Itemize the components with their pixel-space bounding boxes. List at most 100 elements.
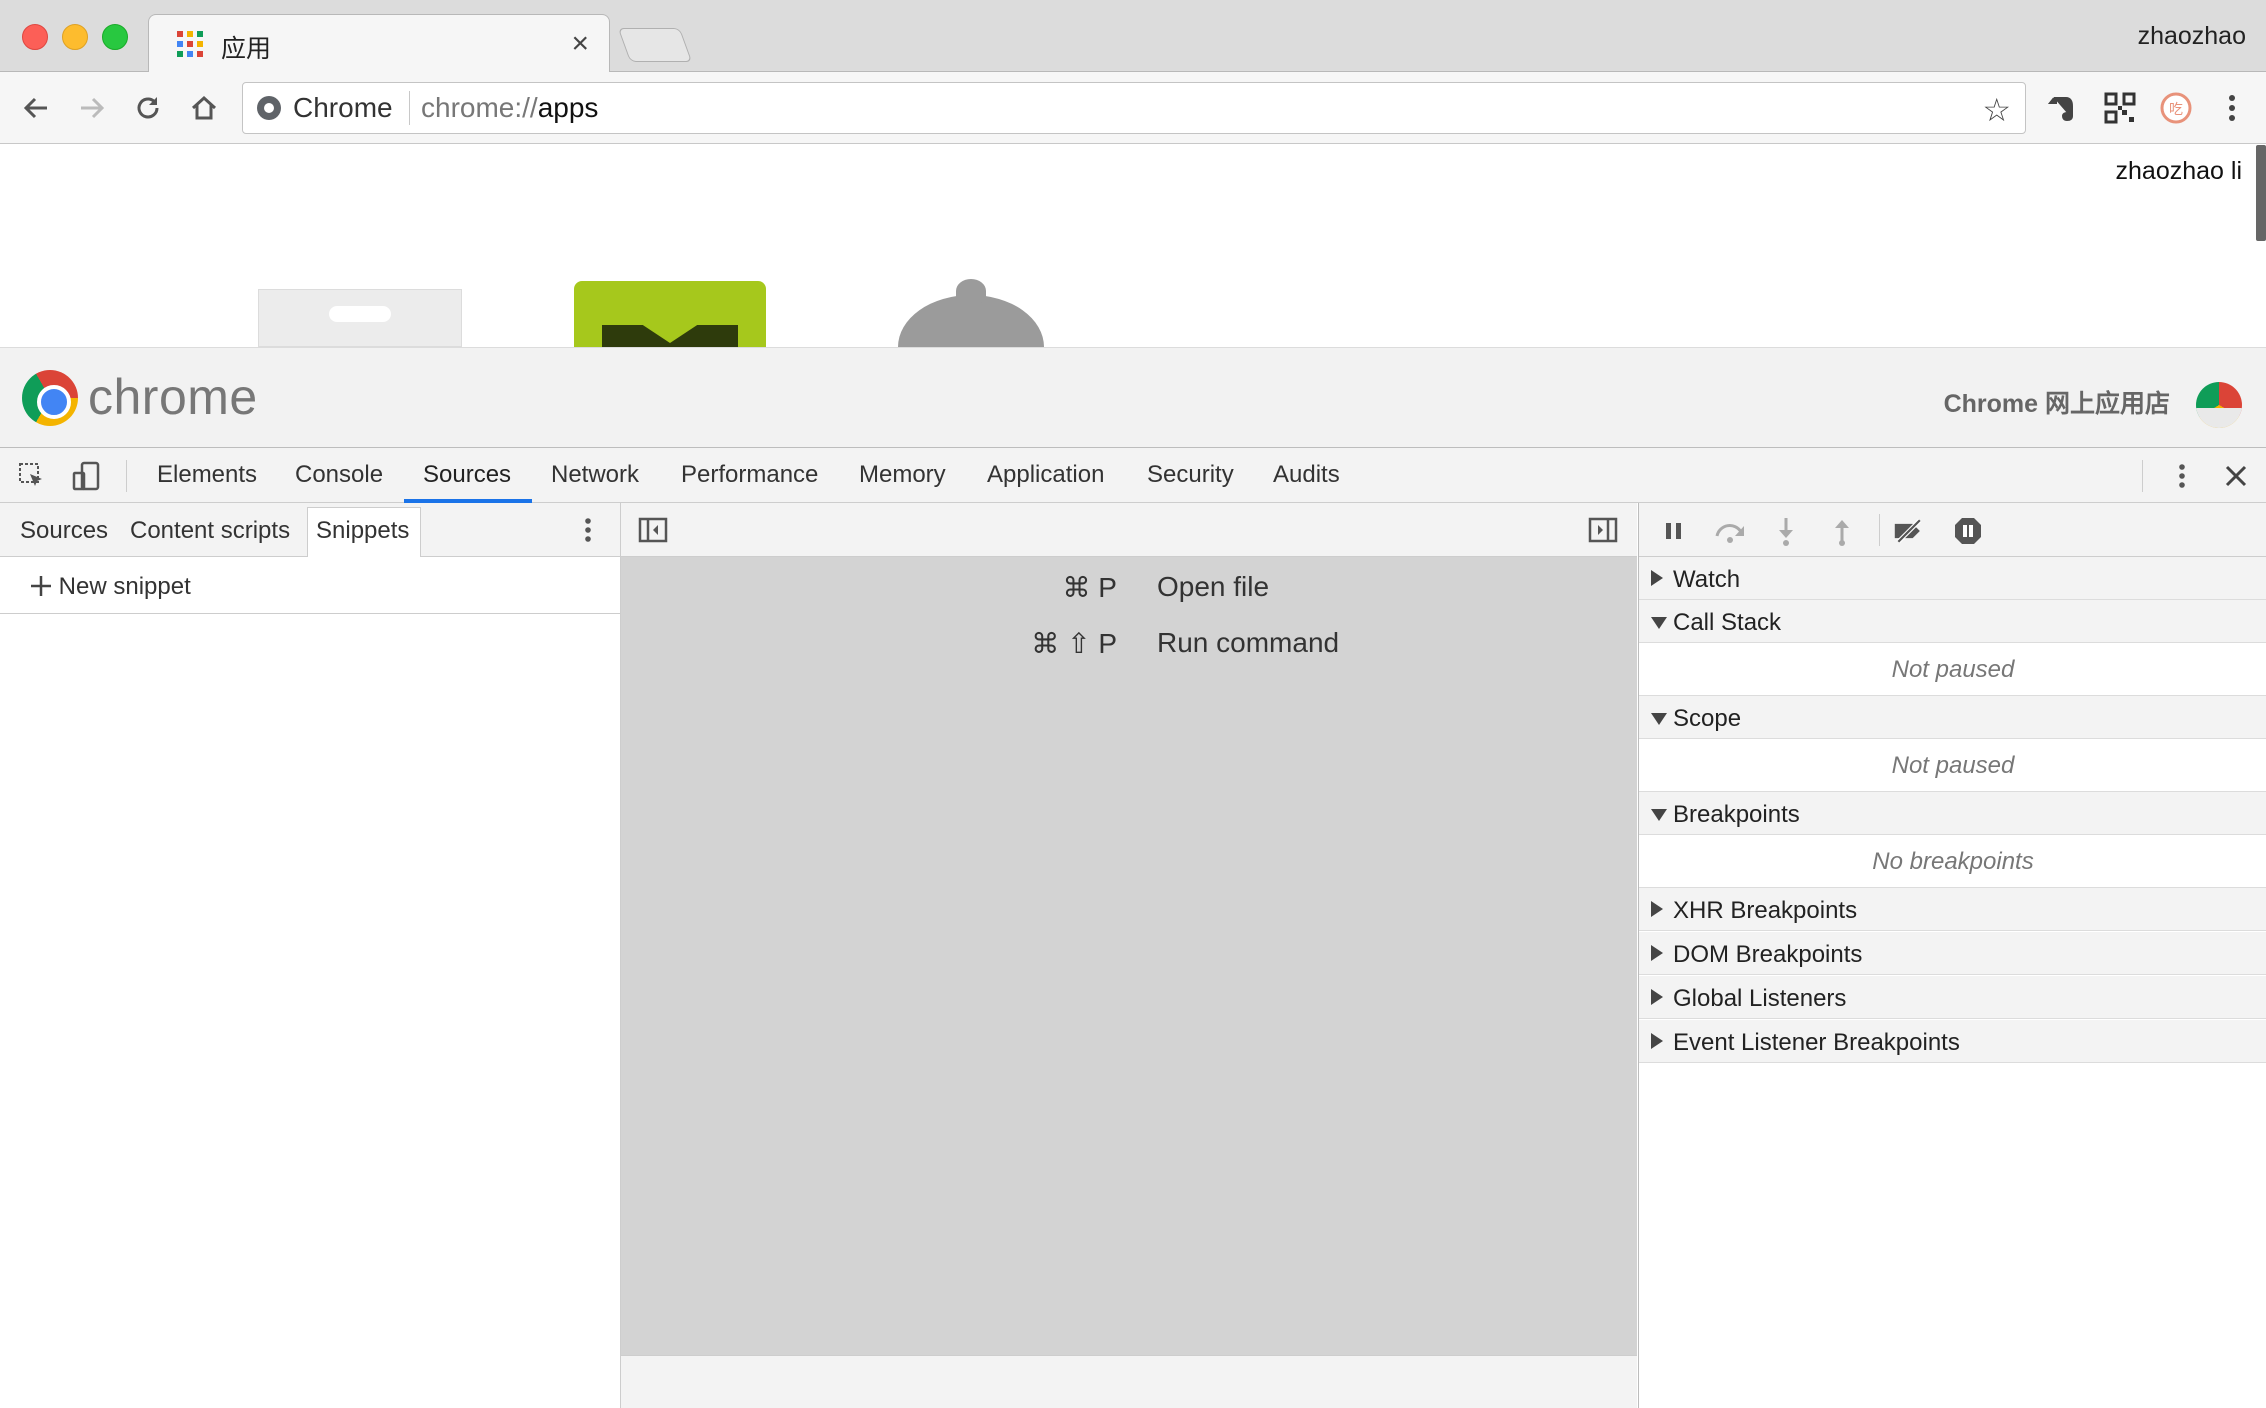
tab-sources[interactable]: Sources: [423, 461, 511, 489]
page-user-name[interactable]: zhaozhao li: [2116, 157, 2242, 186]
translate-extension-icon[interactable]: 吃: [2156, 88, 2196, 128]
debugger-sidebar: Watch Call Stack Not paused Scope Not pa…: [1638, 503, 2266, 1408]
web-store-link[interactable]: Chrome 网上应用店: [1944, 384, 2170, 420]
editor-statusbar: [621, 1355, 1637, 1408]
navigator-tabbar: Sources Content scripts Snippets: [0, 503, 620, 557]
omnibox-url[interactable]: chrome://apps: [421, 92, 598, 124]
reload-button[interactable]: [126, 86, 170, 130]
step-over-button[interactable]: [1713, 514, 1747, 548]
browser-menu-icon[interactable]: [2212, 88, 2252, 128]
expand-triangle-icon: [1651, 570, 1663, 586]
tab-console[interactable]: Console: [295, 461, 383, 489]
home-button[interactable]: [182, 86, 226, 130]
pane-title: DOM Breakpoints: [1673, 941, 1863, 968]
qr-code-extension-icon[interactable]: [2100, 88, 2140, 128]
app-tile[interactable]: [574, 281, 766, 347]
url-scheme: chrome://: [421, 92, 538, 123]
shortcut-action: Open file: [1157, 571, 1270, 602]
step-out-button[interactable]: [1825, 514, 1859, 548]
address-bar[interactable]: Chrome chrome://apps ☆: [242, 82, 2026, 134]
pane-global-listeners[interactable]: Global Listeners: [1639, 976, 2266, 1019]
inspect-element-icon[interactable]: [16, 460, 48, 492]
new-snippet-button[interactable]: New snippet: [30, 573, 191, 601]
pane-breakpoints[interactable]: Breakpoints: [1639, 792, 2266, 835]
tab-elements[interactable]: Elements: [157, 461, 257, 489]
toggle-debugger-icon[interactable]: [1587, 514, 1619, 546]
step-over-icon: [1715, 524, 1744, 543]
web-store-icon[interactable]: [2196, 382, 2242, 428]
pane-call-stack[interactable]: Call Stack: [1639, 600, 2266, 643]
pane-scope[interactable]: Scope: [1639, 696, 2266, 739]
tab-network[interactable]: Network: [551, 461, 639, 489]
chrome-logo-icon: [22, 370, 78, 426]
editor-toolbar: [621, 503, 1637, 557]
app-tile[interactable]: [898, 277, 1044, 399]
pane-title: Scope: [1673, 705, 1742, 732]
web-store-banner: chrome Chrome 网上应用店: [0, 347, 2266, 447]
tab-performance[interactable]: Performance: [681, 461, 818, 489]
url-host: apps: [537, 92, 599, 123]
toolbar-divider: [1879, 514, 1880, 546]
tab-security[interactable]: Security: [1147, 461, 1234, 489]
tab-application[interactable]: Application: [987, 461, 1104, 489]
pane-title: Watch: [1673, 566, 1741, 593]
bookmark-star-icon[interactable]: ☆: [1982, 91, 2011, 129]
devtools-close-icon[interactable]: [2220, 460, 2252, 492]
pane-dom-breakpoints[interactable]: DOM Breakpoints: [1639, 932, 2266, 975]
collapse-triangle-icon: [1651, 617, 1667, 629]
back-button[interactable]: [14, 86, 58, 130]
subtab-content-scripts[interactable]: Content scripts: [130, 517, 290, 545]
subtab-sources[interactable]: Sources: [20, 517, 108, 545]
deactivate-breakpoints-icon: [1894, 518, 1922, 544]
devtools-panel: Elements Console Sources Network Perform…: [0, 447, 2266, 1408]
pane-title: Event Listener Breakpoints: [1673, 1029, 1960, 1056]
shortcut-action: Run command: [1157, 627, 1340, 658]
window-maximize-button[interactable]: [102, 24, 128, 50]
expand-triangle-icon: [1651, 1033, 1663, 1049]
pause-resume-button[interactable]: [1657, 514, 1691, 548]
app-tile[interactable]: [258, 289, 462, 347]
expand-triangle-icon: [1651, 945, 1663, 961]
tab-close-icon[interactable]: ×: [571, 27, 589, 61]
breakpoints-status: No breakpoints: [1639, 835, 2266, 888]
profile-name[interactable]: zhaozhao: [2138, 22, 2246, 51]
pause-icon: [1666, 523, 1681, 539]
pane-xhr-breakpoints[interactable]: XHR Breakpoints: [1639, 888, 2266, 931]
pane-title: Breakpoints: [1673, 801, 1800, 828]
browser-tab-apps[interactable]: 应用 ×: [148, 14, 610, 73]
step-into-button[interactable]: [1769, 514, 1803, 548]
window-minimize-button[interactable]: [62, 24, 88, 50]
tab-title: 应用: [221, 35, 272, 63]
window-close-button[interactable]: [22, 24, 48, 50]
omnibox-divider: [409, 91, 410, 125]
navigator-menu-icon[interactable]: [572, 514, 604, 546]
devtools-menu-icon[interactable]: [2166, 460, 2198, 492]
toolbar-divider: [126, 460, 127, 492]
omnibox-chip: Chrome: [293, 92, 393, 123]
plus-icon: [31, 576, 51, 596]
debugger-toolbar: [1639, 503, 2266, 557]
device-toolbar-icon[interactable]: [70, 460, 102, 492]
pane-watch[interactable]: Watch: [1639, 557, 2266, 600]
subtab-snippets[interactable]: Snippets: [316, 517, 409, 545]
deactivate-breakpoints-button[interactable]: [1893, 514, 1927, 548]
page-scrollbar[interactable]: [2256, 145, 2266, 241]
shortcut-keys: ⌘ P: [1062, 572, 1117, 603]
pane-event-listener-breakpoints[interactable]: Event Listener Breakpoints: [1639, 1020, 2266, 1063]
step-out-icon: [1835, 520, 1849, 546]
pause-on-exceptions-button[interactable]: [1951, 514, 1985, 548]
chrome-wordmark: chrome: [88, 369, 258, 425]
call-stack-status: Not paused: [1639, 643, 2266, 696]
pause-on-exceptions-icon: [1955, 518, 1981, 544]
step-into-icon: [1779, 518, 1793, 546]
new-tab-button[interactable]: [617, 28, 693, 62]
apps-grid-icon: [177, 31, 203, 57]
shortcut-open-file: ⌘ P Open file: [621, 571, 1637, 611]
tab-audits[interactable]: Audits: [1273, 461, 1340, 489]
forward-button[interactable]: [70, 86, 114, 130]
tab-memory[interactable]: Memory: [859, 461, 946, 489]
evernote-extension-icon[interactable]: [2042, 88, 2082, 128]
window-titlebar: 应用 × zhaozhao: [0, 0, 2266, 73]
home-icon: [191, 95, 217, 120]
toggle-navigator-icon[interactable]: [637, 514, 669, 546]
